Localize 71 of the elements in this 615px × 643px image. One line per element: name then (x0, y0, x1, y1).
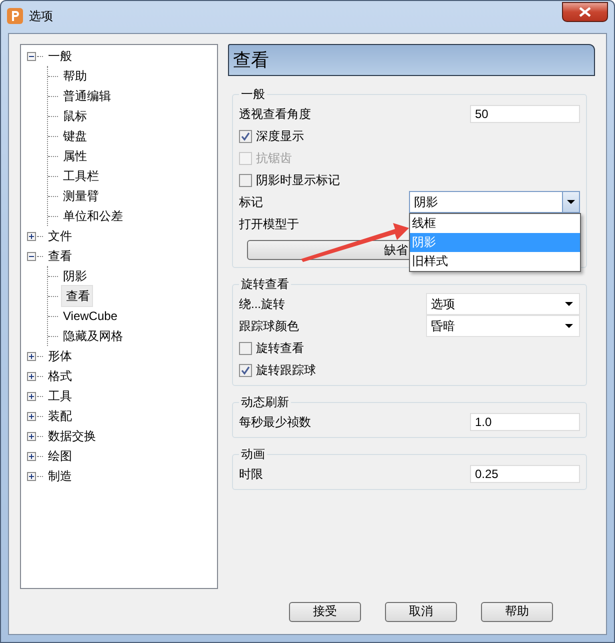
checkbox-label: 深度显示 (256, 128, 304, 144)
tree-item[interactable]: 测量臂 (61, 186, 101, 206)
tree-item[interactable]: 阴影 (61, 266, 89, 286)
tree-item[interactable]: 工具 (46, 386, 74, 406)
field-label: 跟踪球颜色 (239, 318, 300, 334)
checkbox[interactable] (239, 130, 252, 142)
field-label: 时限 (239, 466, 264, 482)
checkbox[interactable] (239, 174, 252, 186)
caret-icon (567, 200, 575, 204)
collapse-icon[interactable] (27, 52, 36, 60)
dropdown[interactable]: 昏暗 (426, 315, 580, 337)
tree-item[interactable]: 键盘 (61, 126, 89, 146)
expand-icon[interactable] (27, 352, 36, 360)
expand-icon[interactable] (27, 412, 36, 420)
expand-icon[interactable] (27, 472, 36, 480)
tree-item[interactable]: 文件 (46, 226, 74, 246)
close-button[interactable] (562, 2, 608, 22)
tree-item[interactable]: 普通编辑 (61, 86, 113, 106)
window-title: 选项 (29, 8, 54, 24)
dialog-button[interactable]: 帮助 (481, 602, 553, 622)
panel-title: 查看 (233, 49, 269, 72)
field-label: 绕...旋转 (239, 296, 286, 312)
group-title: 一般 (240, 86, 266, 103)
tree-item[interactable]: 一般 (46, 46, 74, 66)
dialog-button[interactable]: 接受 (289, 602, 361, 622)
field-label: 透视查看角度 (239, 106, 312, 122)
tree-item[interactable]: 装配 (46, 406, 74, 426)
input-field[interactable]: 0.25 (470, 465, 580, 483)
tree-item[interactable]: ViewCube (61, 308, 120, 324)
close-icon (579, 7, 591, 17)
expand-icon[interactable] (27, 392, 36, 400)
input-field[interactable]: 50 (470, 105, 580, 123)
group-title: 动画 (240, 446, 266, 463)
tree-item[interactable]: 绘图 (46, 446, 74, 466)
expand-icon[interactable] (27, 232, 36, 240)
dropdown-option[interactable]: 线框 (410, 214, 580, 233)
checkbox-label: 抗锯齿 (256, 150, 292, 166)
tree-item[interactable]: 单位和公差 (61, 206, 125, 226)
checkbox[interactable] (239, 342, 252, 354)
group-title: 旋转查看 (240, 276, 290, 293)
app-logo-icon (7, 8, 23, 24)
tree-item[interactable]: 格式 (46, 366, 74, 386)
tree-item[interactable]: 属性 (61, 146, 89, 166)
checkbox-label: 旋转查看 (256, 340, 304, 356)
checkbox-label: 旋转跟踪球 (256, 362, 316, 378)
expand-icon[interactable] (27, 372, 36, 380)
tree-item[interactable]: 制造 (46, 466, 74, 486)
dropdown-option[interactable]: 旧样式 (410, 252, 580, 271)
dropdown[interactable]: 阴影 (409, 191, 580, 213)
dropdown[interactable]: 选项 (426, 293, 580, 315)
tree-item[interactable]: 帮助 (61, 66, 89, 86)
tree-item[interactable]: 查看 (46, 246, 74, 266)
dialog-button[interactable]: 取消 (385, 602, 457, 622)
expand-icon[interactable] (27, 452, 36, 460)
tree-item[interactable]: 查看 (61, 285, 93, 307)
field-label: 打开模型于 (239, 216, 299, 232)
tree-item[interactable]: 数据交换 (46, 426, 98, 446)
group-title: 动态刷新 (240, 394, 290, 411)
tree-item[interactable]: 形体 (46, 346, 74, 366)
collapse-icon[interactable] (27, 252, 36, 260)
field-label: 标记 (239, 194, 264, 210)
tree-item[interactable]: 工具栏 (61, 166, 101, 186)
caret-icon (565, 324, 573, 328)
input-field[interactable]: 1.0 (470, 413, 580, 431)
checkbox-label: 阴影时显示标记 (256, 172, 340, 188)
tree-item[interactable]: 隐藏及网格 (61, 326, 125, 346)
caret-icon (565, 302, 573, 306)
tree-item[interactable]: 鼠标 (61, 106, 89, 126)
checkbox[interactable] (239, 364, 252, 376)
field-label: 每秒最少祯数 (239, 414, 312, 430)
expand-icon[interactable] (27, 432, 36, 440)
